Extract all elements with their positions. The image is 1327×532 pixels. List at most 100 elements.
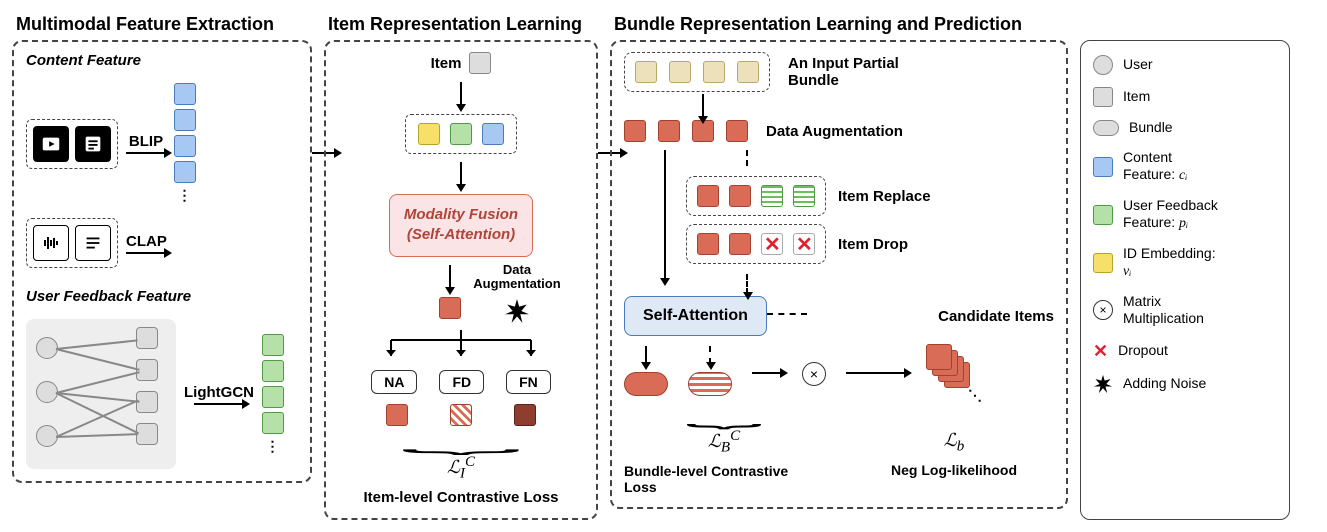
legend-dropout-label: Dropout xyxy=(1118,342,1168,360)
fn-tag: FN xyxy=(506,370,551,394)
dashed-arrow-down-icon xyxy=(709,346,711,364)
nll-loss-symbol: ℒb xyxy=(944,430,964,456)
user-icon xyxy=(1093,55,1113,75)
user-feedback-feature-icon xyxy=(262,412,284,434)
fused-item-icon xyxy=(624,120,646,142)
graph-edge xyxy=(56,399,139,437)
nll-loss-desc: Neg Log-likelihood xyxy=(891,462,1017,478)
augmentation-branches: Item Replace Item Drop xyxy=(624,148,1054,296)
legend-matmul: × Matrix Multiplication xyxy=(1093,293,1277,328)
middle-panel: Item Modality Fusion (Self-Attention) xyxy=(324,40,598,520)
aug-branch: Item Replace Item Drop xyxy=(686,148,931,296)
graph-edge xyxy=(56,371,140,393)
aug-tags-row: NA FD FN xyxy=(371,370,551,394)
noise-splat-icon xyxy=(1093,374,1113,394)
direct-branch xyxy=(664,148,666,282)
arrow-down-icon xyxy=(702,94,704,118)
bundle-item-icon xyxy=(703,61,725,83)
diagram-canvas: Multimodal Feature Extraction Content Fe… xyxy=(12,12,1315,520)
data-aug-label: Data Augmentation xyxy=(766,123,903,140)
candidate-items-label: Candidate Items xyxy=(938,308,1054,325)
item-rep-flow: Item Modality Fusion (Self-Attention) xyxy=(338,52,584,506)
item-loss-desc: Item-level Contrastive Loss xyxy=(363,489,558,506)
bundle-item-icon xyxy=(635,61,657,83)
bundle-item-icon xyxy=(697,233,719,255)
bundle-rep-icon xyxy=(624,372,668,396)
bipartite-graph xyxy=(26,319,176,469)
legend-panel: User Item Bundle Content Feature: cᵢ Use… xyxy=(1080,40,1290,520)
arrow-down-icon xyxy=(645,346,647,364)
blip-arrow-group: BLIP xyxy=(126,133,166,154)
graph-edge xyxy=(56,339,138,349)
clap-arrow-group: CLAP xyxy=(126,233,167,254)
ellipsis-icon: ⋮ xyxy=(178,187,193,204)
bundle-loss-desc: Bundle-level Contrastive Loss xyxy=(624,463,824,495)
legend-user-label: User xyxy=(1123,56,1153,74)
arrow-icon xyxy=(194,403,244,405)
graph-edge xyxy=(56,392,139,434)
legend-item: Item xyxy=(1093,87,1277,107)
clap-row: CLAP xyxy=(26,218,298,268)
ellipsis-icon: ⋮ xyxy=(265,438,280,455)
solid-capsule-col xyxy=(624,344,668,396)
id-embedding-icon xyxy=(418,123,440,145)
fd-output-icon xyxy=(450,404,472,426)
replaced-item-icon xyxy=(761,185,783,207)
user-feedback-feature-icon xyxy=(262,334,284,356)
blip-label: BLIP xyxy=(129,133,163,150)
na-tag: NA xyxy=(371,370,417,394)
input-bundle-label: An Input Partial Bundle xyxy=(788,55,899,89)
candidate-item-stack: ⋱ xyxy=(926,344,976,394)
content-feature-icon xyxy=(174,135,196,157)
losses-row: ⏟ ℒBC Bundle-level Contrastive Loss ℒb N… xyxy=(624,406,1054,495)
striped-capsule-col xyxy=(688,344,732,396)
legend-bundle-label: Bundle xyxy=(1129,119,1173,137)
user-feedback-feature-icon xyxy=(262,386,284,408)
legend-user: User xyxy=(1093,55,1277,75)
item-loss-symbol: ℒIC xyxy=(447,454,475,483)
legend-content-feature: Content Feature: cᵢ xyxy=(1093,149,1277,185)
legend-id-embedding: ID Embedding:vᵢ xyxy=(1093,245,1277,281)
replaced-item-icon xyxy=(793,185,815,207)
item-drop-label: Item Drop xyxy=(838,236,908,253)
content-feature-label: Content Feature xyxy=(26,52,298,69)
user-feedback-label: User Feedback Feature xyxy=(26,288,298,305)
self-attention-row: Self-Attention Candidate Items xyxy=(624,296,1054,336)
left-panel-wrap: Multimodal Feature Extraction Content Fe… xyxy=(12,40,312,520)
bundle-icon xyxy=(1093,120,1119,136)
left-panel-title: Multimodal Feature Extraction xyxy=(16,14,274,35)
fd-tag: FD xyxy=(439,370,484,394)
right-panel-wrap: Bundle Representation Learning and Predi… xyxy=(610,40,1068,520)
item-node-icon xyxy=(469,52,491,74)
blip-row: BLIP ⋮ xyxy=(26,83,298,204)
content-feature-icon xyxy=(1093,157,1113,177)
item-drop-row: Item Drop xyxy=(686,224,908,264)
fused-item-icon xyxy=(658,120,680,142)
matmul-icon: × xyxy=(802,362,826,386)
fused-item-icon xyxy=(439,297,461,319)
input-bundle-row: An Input Partial Bundle xyxy=(624,52,1054,92)
legend-item-label: Item xyxy=(1123,88,1150,106)
video-icon xyxy=(33,126,69,162)
bundle-arrow1 xyxy=(702,92,1054,120)
fusion-line1: Modality Fusion xyxy=(404,206,518,223)
self-attention-box: Self-Attention xyxy=(624,296,767,336)
middle-panel-wrap: Item Representation Learning Item Modali… xyxy=(324,40,598,520)
branch-arrows-icon xyxy=(356,330,566,364)
legend-bundle: Bundle xyxy=(1093,119,1277,137)
aug-outputs-row xyxy=(386,404,536,426)
fn-output-icon xyxy=(514,404,536,426)
arrow-icon xyxy=(752,372,782,374)
bundle-item-icon xyxy=(729,185,751,207)
user-feedback-feature-icon xyxy=(450,123,472,145)
bundle-loss-col: ⏟ ℒBC Bundle-level Contrastive Loss xyxy=(624,406,824,495)
aug-bundle-rep-icon xyxy=(688,372,732,396)
bundle-item-icon xyxy=(737,61,759,83)
lightgcn-arrow-group: LightGCN xyxy=(184,384,254,405)
left-panel: Content Feature BLIP xyxy=(12,40,312,483)
lightgcn-row: LightGCN ⋮ xyxy=(26,319,298,469)
user-feedback-feature-icon xyxy=(262,360,284,382)
data-aug-annotation: Data Augmentation xyxy=(473,263,560,325)
dropped-item-icon xyxy=(793,233,815,255)
item-replace-row: Item Replace xyxy=(686,176,931,216)
